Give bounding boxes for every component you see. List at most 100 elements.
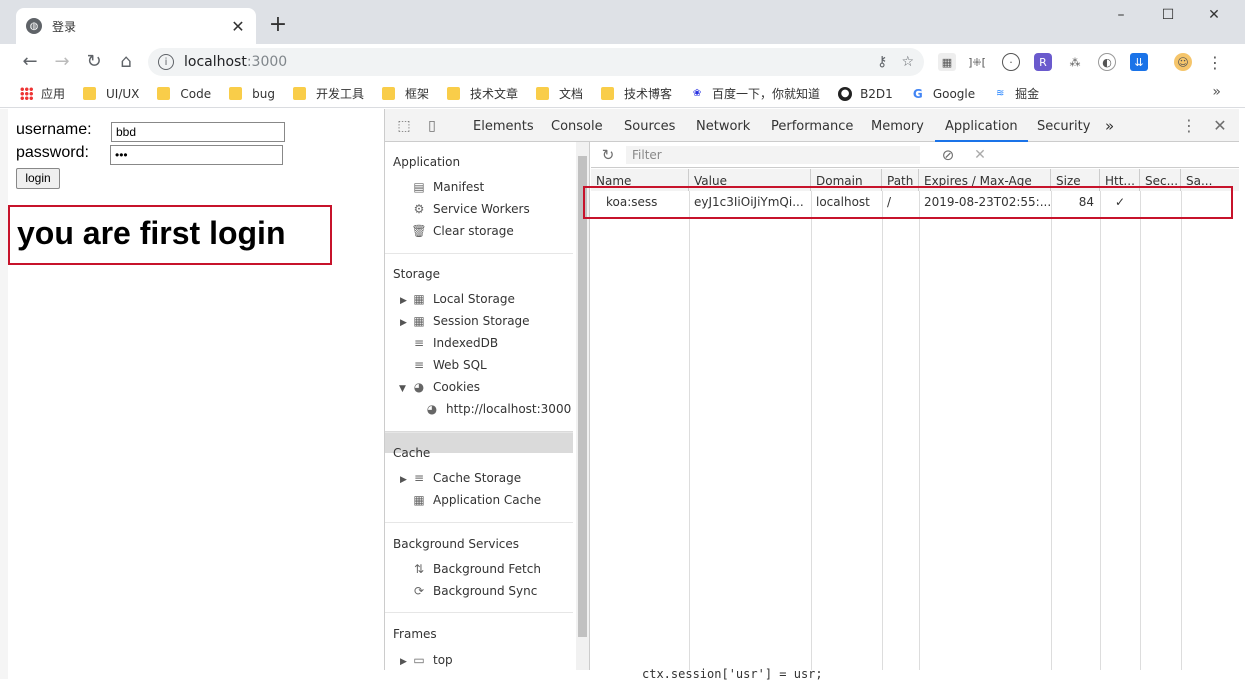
menu-icon[interactable]: ⋮ bbox=[1206, 53, 1224, 72]
folder-icon bbox=[229, 87, 243, 100]
more-bookmarks-icon[interactable]: » bbox=[1212, 84, 1221, 100]
extension-icon[interactable]: ▦ bbox=[938, 53, 956, 71]
star-icon[interactable]: ☆ bbox=[901, 54, 914, 70]
tab-security[interactable]: Security bbox=[1037, 109, 1090, 142]
reload-icon[interactable]: ↻ bbox=[82, 50, 106, 74]
close-window-icon[interactable]: ✕ bbox=[1191, 4, 1237, 26]
bookmark-google[interactable]: G Google bbox=[911, 87, 975, 101]
divider bbox=[385, 612, 573, 613]
extension-icon[interactable]: ◐ bbox=[1098, 53, 1116, 71]
sidebar-item-indexeddb[interactable]: ≡ IndexedDB bbox=[412, 336, 498, 350]
cookie-icon: ◕ bbox=[413, 380, 425, 394]
scrollbar-thumb[interactable] bbox=[578, 156, 587, 637]
inspect-icon[interactable]: ⬚ bbox=[395, 117, 413, 135]
avatar[interactable]: ☺ bbox=[1174, 53, 1192, 71]
extension-icon[interactable]: R bbox=[1034, 53, 1052, 71]
sidebar-item-cookie-origin[interactable]: ◕ http://localhost:3000 bbox=[425, 402, 571, 416]
frame-icon: ▭ bbox=[413, 653, 425, 667]
close-devtools-icon[interactable]: ✕ bbox=[1211, 117, 1229, 135]
tab-memory[interactable]: Memory bbox=[871, 109, 924, 142]
sidebar-item-cache-storage[interactable]: ≡ Cache Storage bbox=[412, 471, 521, 485]
database-icon: ≡ bbox=[413, 471, 425, 485]
sidebar-item-clear-storage[interactable]: 🗑 Clear storage bbox=[411, 224, 513, 238]
sidebar-item-local-storage[interactable]: ▦ Local Storage bbox=[412, 292, 515, 306]
bookmark-folder[interactable]: UI/UX bbox=[83, 87, 139, 101]
collapse-arrow-icon[interactable]: ▼ bbox=[399, 384, 406, 394]
sidebar-item-background-sync[interactable]: ⟳ Background Sync bbox=[412, 584, 537, 598]
sidebar-item-manifest[interactable]: ▤ Manifest bbox=[412, 180, 484, 194]
globe-icon: ◍ bbox=[26, 18, 42, 34]
sidebar-item-cookies[interactable]: ◕ Cookies bbox=[412, 380, 480, 394]
minimize-icon[interactable]: – bbox=[1098, 4, 1144, 26]
filter-input[interactable]: Filter bbox=[626, 146, 920, 164]
filter-bar: ↻ Filter ⊘ ✕ bbox=[591, 142, 1239, 168]
close-tab-icon[interactable]: ✕ bbox=[230, 17, 246, 36]
bookmark-folder[interactable]: 框架 bbox=[381, 85, 429, 102]
bookmark-folder[interactable]: 技术文章 bbox=[447, 85, 518, 102]
tab-console[interactable]: Console bbox=[551, 109, 603, 142]
info-icon[interactable]: i bbox=[158, 54, 174, 70]
browser-tab[interactable]: ◍ 登录 ✕ bbox=[16, 8, 256, 44]
tab-elements[interactable]: Elements bbox=[473, 109, 534, 142]
expand-arrow-icon[interactable]: ▶ bbox=[400, 657, 407, 667]
sync-icon: ⟳ bbox=[413, 584, 425, 598]
expand-arrow-icon[interactable]: ▶ bbox=[400, 318, 407, 328]
expand-arrow-icon[interactable]: ▶ bbox=[400, 475, 407, 485]
bookmark-folder[interactable]: 文档 bbox=[536, 85, 583, 102]
username-input[interactable]: bbd bbox=[111, 122, 285, 142]
device-toolbar-icon[interactable]: ▯ bbox=[423, 117, 441, 135]
sidebar-item-service-workers[interactable]: ⚙ Service Workers bbox=[412, 202, 530, 216]
bookmark-folder[interactable]: Code bbox=[157, 87, 211, 101]
tab-sources[interactable]: Sources bbox=[624, 109, 675, 142]
bookmark-folder[interactable]: 开发工具 bbox=[292, 85, 364, 102]
bookmark-github[interactable]: ● B2D1 bbox=[838, 86, 893, 101]
extension-icon[interactable]: ⇊ bbox=[1130, 53, 1148, 71]
key-icon[interactable]: ⚷ bbox=[877, 54, 887, 70]
address-bar[interactable]: i localhost:3000 ⚷ ☆ bbox=[148, 48, 924, 76]
more-tabs-icon[interactable]: » bbox=[1105, 109, 1114, 142]
password-label: password: bbox=[16, 144, 89, 161]
tab-network[interactable]: Network bbox=[696, 109, 750, 142]
bookmark-folder[interactable]: 技术博客 bbox=[601, 85, 672, 102]
tab-performance[interactable]: Performance bbox=[771, 109, 853, 142]
tab-application[interactable]: Application bbox=[935, 109, 1028, 142]
column-divider bbox=[919, 191, 920, 670]
sidebar-item-background-fetch[interactable]: ⇅ Background Fetch bbox=[412, 562, 541, 576]
folder-icon bbox=[536, 87, 550, 100]
cookies-table: Name Value Domain Path Expires / Max-Age… bbox=[591, 169, 1239, 670]
code-line: ctx.session['usr'] = usr; bbox=[642, 667, 823, 681]
clear-all-icon[interactable]: ⊘ bbox=[939, 146, 957, 164]
devtools-menu-icon[interactable]: ⋮ bbox=[1180, 117, 1198, 135]
extension-icon[interactable]: · bbox=[1002, 53, 1020, 71]
new-tab-button[interactable]: + bbox=[268, 12, 288, 37]
sidebar-item-session-storage[interactable]: ▦ Session Storage bbox=[412, 314, 529, 328]
bookmark-folder[interactable]: bug bbox=[229, 87, 275, 101]
sidebar-item-application-cache[interactable]: ▦ Application Cache bbox=[412, 493, 541, 507]
divider bbox=[385, 522, 573, 523]
application-sidebar: Application ▤ Manifest ⚙ Service Workers 🗑… bbox=[385, 142, 590, 670]
sidebar-item-web-sql[interactable]: ≡ Web SQL bbox=[412, 358, 487, 372]
extension-icon[interactable]: ]⁜[ bbox=[968, 53, 986, 71]
folder-icon bbox=[292, 87, 306, 100]
extension-icon[interactable]: ⁂ bbox=[1066, 53, 1084, 71]
maximize-icon[interactable]: ☐ bbox=[1145, 4, 1191, 26]
code-editor-peek: ctx.session['usr'] = usr; bbox=[504, 667, 1244, 681]
refresh-icon[interactable]: ↻ bbox=[599, 146, 617, 164]
sidebar-item-top-frame[interactable]: ▭ top bbox=[412, 653, 452, 667]
password-input[interactable]: ••• bbox=[110, 145, 283, 165]
delete-selected-icon[interactable]: ✕ bbox=[971, 146, 989, 164]
back-icon[interactable]: ← bbox=[18, 50, 42, 74]
bookmark-apps[interactable]: 应用 bbox=[20, 85, 65, 102]
browser-toolbar: ← → ↻ ⌂ i localhost:3000 ⚷ ☆ ▦ ]⁜[ · R ⁂… bbox=[0, 44, 1245, 80]
expand-arrow-icon[interactable]: ▶ bbox=[400, 296, 407, 306]
bookmark-baidu[interactable]: ❀ 百度一下，你就知道 bbox=[690, 85, 820, 102]
home-icon[interactable]: ⌂ bbox=[114, 50, 138, 74]
forward-icon[interactable]: → bbox=[50, 50, 74, 74]
bookmark-juejin[interactable]: ≋ 掘金 bbox=[993, 85, 1039, 102]
grid-icon: ▦ bbox=[413, 493, 425, 507]
url-text[interactable]: localhost:3000 bbox=[184, 54, 863, 70]
login-button[interactable]: login bbox=[16, 168, 60, 189]
highlight-box bbox=[583, 186, 1233, 219]
section-background-services: Background Services bbox=[393, 537, 520, 551]
column-divider bbox=[689, 191, 690, 670]
